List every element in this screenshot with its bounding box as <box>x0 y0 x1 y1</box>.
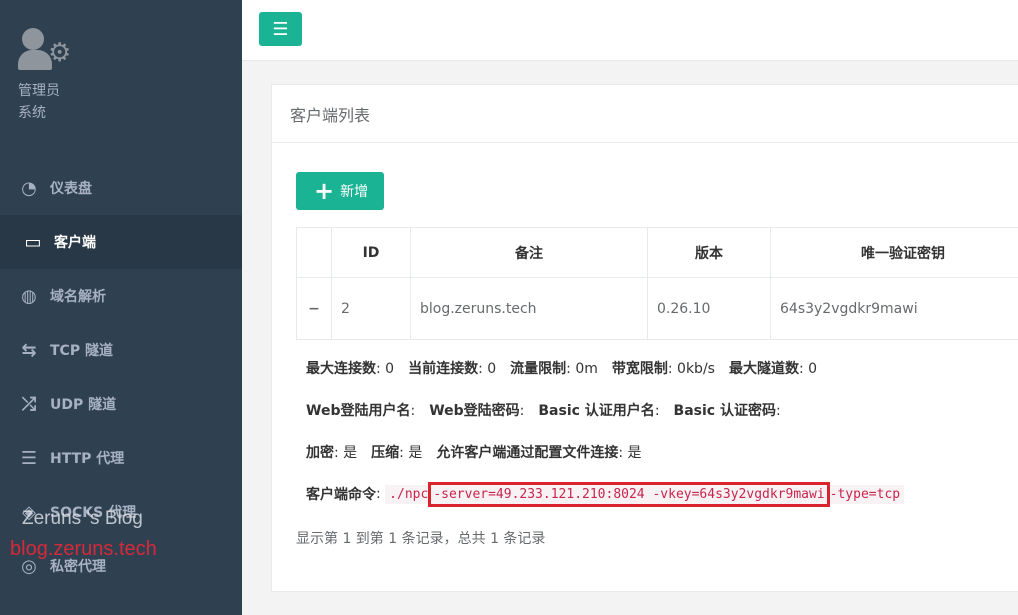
command-highlight: -server=49.233.121.210:8024 -vkey=64s3y2… <box>428 481 830 507</box>
user-gear-icon: ⚙ <box>18 26 78 74</box>
collapse-row-toggle[interactable]: − <box>296 277 332 340</box>
sidebar-item-label: 域名解析 <box>50 289 106 305</box>
plus-icon: + <box>314 177 335 205</box>
top-navbar: ☰ <box>242 0 1018 61</box>
sidebar-item-dashboard[interactable]: ◔ 仪表盘 <box>0 161 242 215</box>
sidebar-item-label: UDP 隧道 <box>50 397 117 413</box>
cell-id: 2 <box>331 277 411 340</box>
dashboard-icon: ◔ <box>21 177 37 199</box>
add-client-label: 新增 <box>340 184 369 200</box>
basic-password: Basic 认证密码: <box>673 403 781 419</box>
client-list-panel: 客户端列表 + 新增 ID 备注 版本 唯一验证密钥 − 2 blog.zeru… <box>271 84 1018 592</box>
watermark-title: Zeruns 's Blog <box>22 508 143 529</box>
sidebar-item-http[interactable]: ☰ HTTP 代理 <box>0 431 242 485</box>
server-icon: ☰ <box>20 447 38 469</box>
sidebar-item-domain[interactable]: ◍ 域名解析 <box>0 269 242 323</box>
user-profile: ⚙ 管理员 系统 <box>18 26 78 124</box>
table-row: − 2 blog.zeruns.tech 0.26.10 64s3y2vgdkr… <box>296 277 1018 340</box>
client-detail: 最大连接数: 0 当前连接数: 0 流量限制: 0m 带宽限制: 0kb/s 最… <box>306 347 1018 515</box>
cell-vkey: 64s3y2vgdkr9mawi <box>770 277 1018 340</box>
current-connections: 当前连接数: 0 <box>408 361 497 377</box>
add-client-button[interactable]: + 新增 <box>296 172 384 210</box>
column-header-vkey[interactable]: 唯一验证密钥 <box>770 227 1018 278</box>
cell-version: 0.26.10 <box>647 277 771 340</box>
max-tunnels: 最大隧道数: 0 <box>728 361 818 377</box>
sidebar-item-label: TCP 隧道 <box>50 343 113 359</box>
pagination-info: 显示第 1 到第 1 条记录，总共 1 条记录 <box>296 531 546 547</box>
config-file-connect: 允许客户端通过配置文件连接: 是 <box>436 445 642 461</box>
detail-row-options: 加密: 是 压缩: 是 允许客户端通过配置文件连接: 是 <box>306 431 1018 473</box>
bandwidth-limit: 带宽限制: 0kb/s <box>611 361 715 377</box>
command-suffix: -type=tcp <box>829 486 901 502</box>
max-connections: 最大连接数: 0 <box>306 361 395 377</box>
watermark-url: blog.zeruns.tech <box>10 538 157 560</box>
compression: 压缩: 是 <box>371 445 423 461</box>
cell-remark: blog.zeruns.tech <box>410 277 648 340</box>
detail-row-auth: Web登陆用户名: Web登陆密码: Basic 认证用户名: Basic 认证… <box>306 389 1018 431</box>
basic-username: Basic 认证用户名: <box>538 403 660 419</box>
profile-role: 系统 <box>18 105 46 121</box>
random-icon: ⤮ <box>21 393 37 415</box>
client-table: ID 备注 版本 唯一验证密钥 − 2 blog.zeruns.tech 0.2… <box>296 227 1018 340</box>
column-header-toggle <box>296 227 332 278</box>
detail-row-limits: 最大连接数: 0 当前连接数: 0 流量限制: 0m 带宽限制: 0kb/s 最… <box>306 347 1018 389</box>
monitor-icon: ▭ <box>24 231 42 253</box>
panel-title: 客户端列表 <box>272 85 1018 143</box>
sidebar: ⚙ 管理员 系统 ◔ 仪表盘 ▭ 客户端 ◍ 域名解析 ⇆ TCP 隧道 ⤮ U… <box>0 0 242 615</box>
sidebar-item-label: 客户端 <box>54 235 96 251</box>
column-header-remark[interactable]: 备注 <box>410 227 648 278</box>
table-header-row: ID 备注 版本 唯一验证密钥 <box>296 227 1018 278</box>
sidebar-item-tcp[interactable]: ⇆ TCP 隧道 <box>0 323 242 377</box>
client-command[interactable]: ./npc -server=49.233.121.210:8024 -vkey=6… <box>385 481 905 507</box>
sidebar-item-label: 仪表盘 <box>50 181 92 197</box>
sidebar-item-clients[interactable]: ▭ 客户端 <box>0 215 242 269</box>
hamburger-icon: ☰ <box>272 18 289 40</box>
detail-row-command: 客户端命令: ./npc -server=49.233.121.210:8024 … <box>306 473 1018 515</box>
column-header-version[interactable]: 版本 <box>647 227 771 278</box>
client-command-label: 客户端命令 <box>306 487 376 503</box>
globe-icon: ◍ <box>21 285 37 307</box>
command-prefix: ./npc <box>389 486 429 502</box>
sidebar-item-udp[interactable]: ⤮ UDP 隧道 <box>0 377 242 431</box>
flow-limit: 流量限制: 0m <box>510 361 598 377</box>
web-password: Web登陆密码: <box>429 403 525 419</box>
menu-toggle-button[interactable]: ☰ <box>259 12 302 46</box>
exchange-icon: ⇆ <box>21 339 37 361</box>
profile-name: 管理员 <box>18 83 60 99</box>
sidebar-item-label: HTTP 代理 <box>50 451 125 467</box>
web-username: Web登陆用户名: <box>306 403 416 419</box>
column-header-id[interactable]: ID <box>331 227 411 278</box>
encryption: 加密: 是 <box>306 445 358 461</box>
